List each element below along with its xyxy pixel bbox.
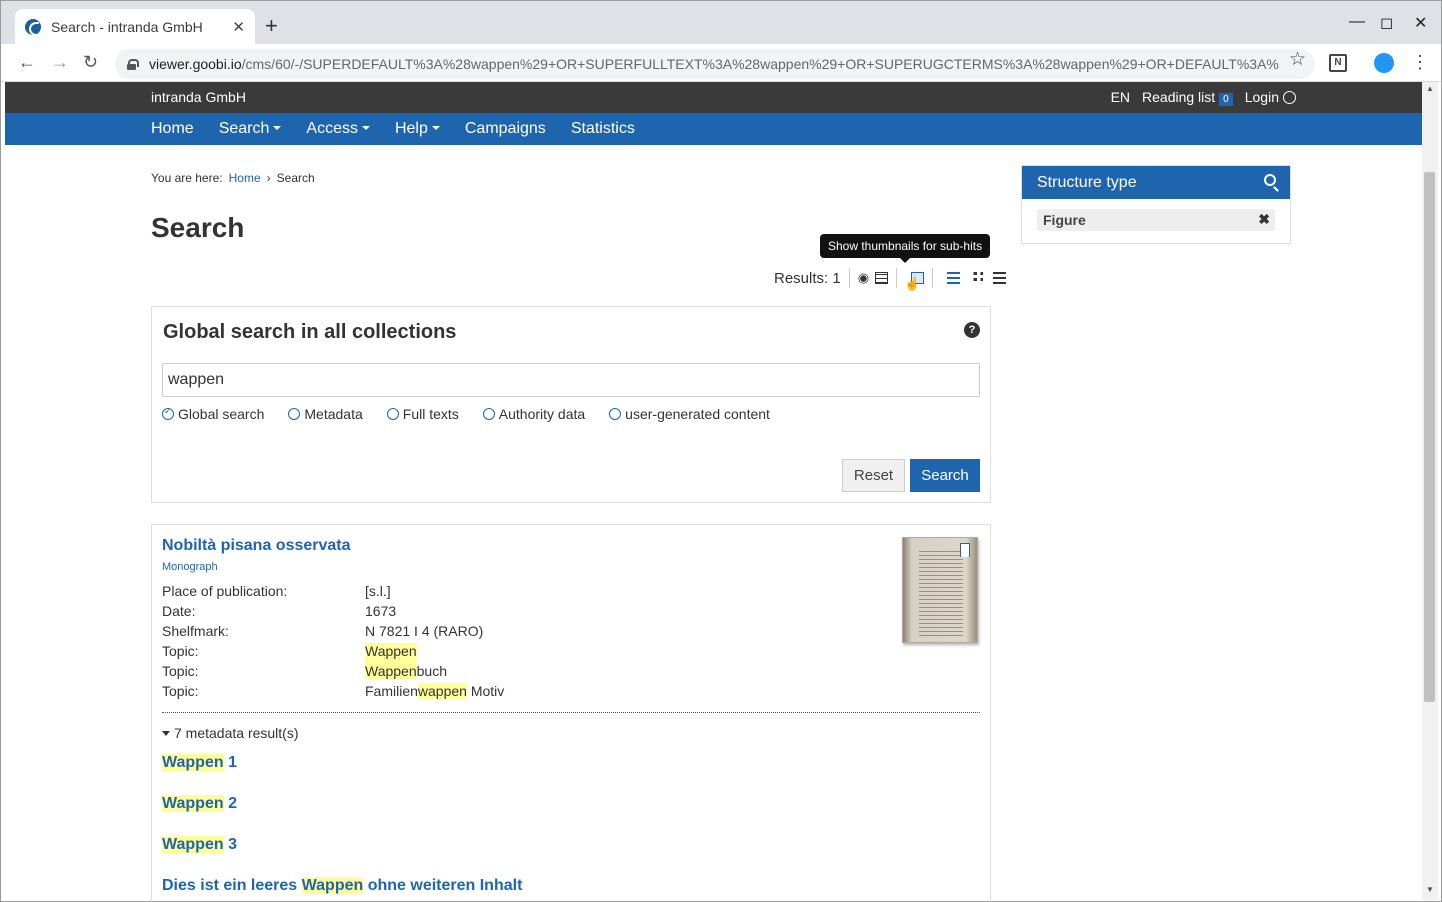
nav-home[interactable]: Home [151, 120, 194, 138]
url-text: viewer.goobi.io/cms/60/-/SUPERDEFAULT%3A… [149, 56, 1279, 72]
minimize-icon[interactable]: — [1349, 13, 1365, 31]
metadata-row: Topic: Wappenbuch [162, 663, 447, 679]
page-title: Search [151, 212, 245, 243]
breadcrumb-current: Search [276, 171, 315, 185]
radio-icon [609, 408, 622, 420]
mouse-cursor-icon: ☝ [904, 276, 921, 291]
radio-metadata[interactable]: Metadata [288, 406, 363, 422]
divider [162, 712, 980, 713]
nav-search[interactable]: Search [219, 120, 282, 138]
bookmark-star-icon[interactable]: ☆ [1289, 48, 1306, 71]
result-type[interactable]: Monograph [162, 561, 218, 573]
details-view-icon[interactable] [947, 272, 961, 284]
new-tab-icon[interactable]: + [265, 15, 278, 37]
caret-down-icon [361, 126, 370, 130]
facet-header[interactable]: Structure type [1022, 166, 1290, 199]
search-button[interactable]: Search [910, 459, 980, 492]
browser-menu-icon[interactable]: ⋮ [1411, 52, 1429, 73]
nav-statistics[interactable]: Statistics [571, 120, 635, 138]
lock-icon [127, 58, 139, 70]
breadcrumb-home[interactable]: Home [229, 171, 261, 185]
divider [896, 268, 898, 288]
metadata-row: Date: 1673 [162, 603, 397, 619]
tab-strip: Search - intranda GmbH ✕ + — ◻ ✕ [1, 1, 1441, 45]
search-type-options: Global search Metadata Full texts Author… [162, 406, 794, 422]
nav-help[interactable]: Help [395, 120, 440, 138]
scroll-down-icon[interactable]: ▼ [1426, 885, 1434, 894]
result-title[interactable]: Nobiltà pisana osservata [162, 537, 351, 555]
search-icon[interactable] [1264, 174, 1276, 186]
remove-filter-icon[interactable]: ✖ [1258, 211, 1270, 228]
search-panel-title: Global search in all collections [163, 321, 457, 343]
divider [848, 268, 850, 288]
metadata-row: Place of publication: [s.l.] [162, 583, 391, 599]
list-view-icon[interactable] [993, 272, 1007, 284]
reset-button[interactable]: Reset [842, 459, 905, 492]
radio-fulltexts[interactable]: Full texts [386, 406, 459, 422]
scroll-up-icon[interactable]: ▲ [1426, 84, 1434, 93]
sub-hit-link[interactable]: Wappen 2 [162, 795, 237, 813]
caret-down-icon [273, 126, 282, 130]
tooltip: Show thumbnails for sub-hits [820, 234, 991, 263]
nav-access[interactable]: Access [306, 120, 370, 138]
profile-avatar[interactable] [1374, 53, 1394, 73]
brand-name[interactable]: intranda GmbH [151, 89, 246, 105]
metadata-row: Shelfmark: N 7821 I 4 (RARO) [162, 623, 484, 639]
radio-icon [482, 408, 495, 420]
forward-icon[interactable]: → [51, 52, 69, 73]
caret-down-icon [431, 126, 440, 130]
radio-ugc[interactable]: user-generated content [609, 406, 770, 422]
metadata-row: Topic: Wappen [162, 643, 504, 663]
breadcrumb-separator: › [266, 171, 271, 185]
user-icon [1283, 91, 1296, 104]
reading-list-link[interactable]: Reading list 0 [1142, 89, 1233, 106]
result-metadata: Place of publication: [s.l.] Date: 1673 Sh… [162, 583, 504, 703]
active-filter: Figure ✖ [1037, 209, 1275, 231]
login-link[interactable]: Login [1245, 89, 1296, 105]
reload-icon[interactable]: ↻ [83, 52, 98, 73]
divider [932, 268, 934, 288]
help-icon[interactable]: ? [964, 322, 980, 338]
top-bar: intranda GmbH EN Reading list 0 Login [5, 82, 1422, 113]
metadata-results-toggle[interactable]: 7 metadata result(s) [162, 725, 299, 741]
results-toolbar: Results: 1 ◉ [774, 268, 1007, 288]
window-close-icon[interactable]: ✕ [1414, 13, 1427, 33]
language-selector[interactable]: EN [1111, 89, 1130, 105]
scroll-thumb[interactable] [1424, 172, 1435, 702]
breadcrumb: You are here: Home › Search [151, 171, 315, 185]
excel-export-icon[interactable] [875, 272, 889, 284]
search-panel: Global search in all collections ? Globa… [151, 306, 991, 503]
extension-icon[interactable]: N [1329, 54, 1347, 72]
sub-hit-link[interactable]: Wappen 3 [162, 836, 237, 854]
results-count: Results: 1 [774, 269, 841, 287]
sub-hit-link[interactable]: Wappen 1 [162, 754, 237, 772]
rss-icon[interactable]: ◉ [858, 270, 869, 286]
radio-icon [288, 408, 301, 420]
tab-title: Search - intranda GmbH [51, 19, 203, 35]
radio-checked-icon [162, 406, 174, 420]
browser-tab[interactable]: Search - intranda GmbH ✕ [15, 9, 255, 45]
browser-toolbar: ← → ↻ viewer.goobi.io/cms/60/-/SUPERDEFA… [1, 44, 1441, 82]
radio-icon [386, 408, 399, 420]
tiles-view-icon[interactable] [970, 272, 984, 284]
page-scrollbar[interactable]: ▲ ▼ [1422, 82, 1438, 900]
bookmark-icon[interactable] [960, 543, 970, 557]
maximize-icon[interactable]: ◻ [1380, 13, 1393, 33]
address-bar[interactable]: viewer.goobi.io/cms/60/-/SUPERDEFAULT%3A… [115, 49, 1315, 79]
caret-down-icon [162, 731, 170, 736]
search-input[interactable] [162, 363, 980, 397]
back-icon[interactable]: ← [18, 52, 36, 73]
goobi-favicon-icon [25, 19, 41, 36]
structure-type-facet: Structure type Figure ✖ [1021, 165, 1291, 244]
metadata-row: Topic: Familienwappen Motiv [162, 683, 505, 699]
radio-authority[interactable]: Authority data [482, 406, 585, 422]
sub-hit-link[interactable]: Dies ist ein leeres Wappen ohne weiteren… [162, 877, 522, 895]
radio-global[interactable]: Global search [162, 406, 264, 422]
breadcrumb-prefix: You are here: [151, 171, 223, 185]
nav-campaigns[interactable]: Campaigns [465, 120, 546, 138]
reading-list-count: 0 [1219, 93, 1233, 106]
main-navigation: Home Search Access Help Campaigns Statis… [5, 113, 1422, 145]
close-tab-icon[interactable]: ✕ [232, 18, 245, 36]
search-result: Nobiltà pisana osservata Monograph Place… [151, 524, 991, 902]
